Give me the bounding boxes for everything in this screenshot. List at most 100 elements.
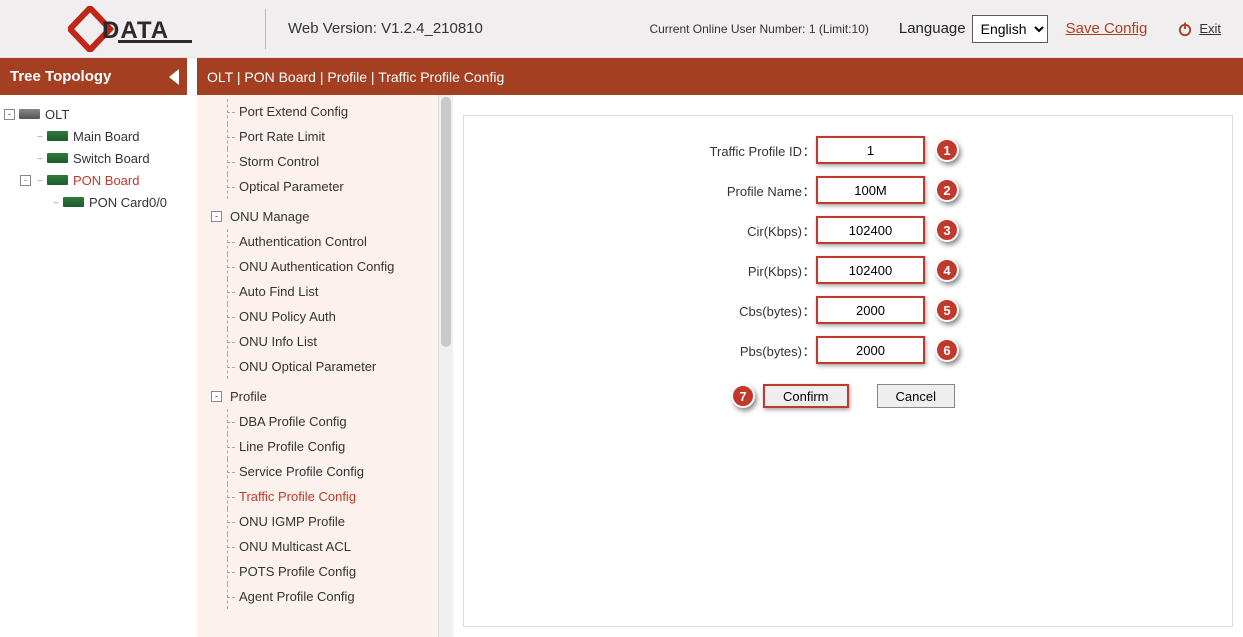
subnav-label: ONU Info List xyxy=(239,334,317,349)
exit-link[interactable]: Exit xyxy=(1177,21,1221,37)
subnav-storm-control[interactable]: Storm Control xyxy=(207,149,438,174)
tree-item-label: PON Card0/0 xyxy=(89,195,167,210)
subnav-authentication-control[interactable]: Authentication Control xyxy=(207,229,438,254)
subnav-label: POTS Profile Config xyxy=(239,564,356,579)
form-label: Pbs(bytes)： xyxy=(464,341,816,360)
subnav-onu-multicast-acl[interactable]: ONU Multicast ACL xyxy=(207,534,438,559)
exit-text: Exit xyxy=(1199,21,1221,36)
form-label: Pir(Kbps)： xyxy=(464,261,816,280)
logo-icon: DATA xyxy=(68,6,198,52)
step-badge-4: 4 xyxy=(935,258,959,282)
input-profile-name[interactable] xyxy=(816,176,925,204)
tree-item-pon-board[interactable]: -– PON Board xyxy=(4,169,183,191)
save-config-link[interactable]: Save Config xyxy=(1066,20,1148,37)
tree-item-label: OLT xyxy=(45,107,69,122)
subnav-onu-authentication-config[interactable]: ONU Authentication Config xyxy=(207,254,438,279)
subnav-label: Service Profile Config xyxy=(239,464,364,479)
subnav-onu-info-list[interactable]: ONU Info List xyxy=(207,329,438,354)
subnav-auto-find-list[interactable]: Auto Find List xyxy=(207,279,438,304)
board-icon xyxy=(47,153,68,163)
step-badge-6: 6 xyxy=(935,338,959,362)
subnav-label: Port Rate Limit xyxy=(239,129,325,144)
tree-sidebar: Tree Topology -OLT–Main Board–Switch Boa… xyxy=(0,58,187,637)
colon: ： xyxy=(802,181,816,200)
input-traffic-profile-id[interactable] xyxy=(816,136,925,164)
tree-item-olt[interactable]: - OLT xyxy=(4,103,183,125)
subnav-label: Agent Profile Config xyxy=(239,589,355,604)
step-badge-5: 5 xyxy=(935,298,959,322)
subnav-onu-igmp-profile[interactable]: ONU IGMP Profile xyxy=(207,509,438,534)
subnav-label: Port Extend Config xyxy=(239,104,348,119)
subnav-service-profile-config[interactable]: Service Profile Config xyxy=(207,459,438,484)
board-icon xyxy=(63,197,84,207)
input-pir-kbps-[interactable] xyxy=(816,256,925,284)
subnav-profile[interactable]: -Profile xyxy=(207,383,438,409)
subnav-label: Auto Find List xyxy=(239,284,319,299)
breadcrumb: OLT | PON Board | Profile | Traffic Prof… xyxy=(197,58,1243,95)
scrollbar[interactable] xyxy=(438,95,453,637)
tree-connector: – xyxy=(35,131,45,141)
colon: ： xyxy=(802,221,816,240)
subnav-port-rate-limit[interactable]: Port Rate Limit xyxy=(207,124,438,149)
tree-item-pon-card0/0[interactable]: – PON Card0/0 xyxy=(4,191,183,213)
tree-item-label: PON Board xyxy=(73,173,139,188)
subnav-onu-optical-parameter[interactable]: ONU Optical Parameter xyxy=(207,354,438,379)
collapse-icon[interactable]: - xyxy=(4,109,15,120)
subnav-traffic-profile-config[interactable]: Traffic Profile Config xyxy=(207,484,438,509)
subnav-optical-parameter[interactable]: Optical Parameter xyxy=(207,174,438,199)
subnav-agent-profile-config[interactable]: Agent Profile Config xyxy=(207,584,438,609)
collapse-icon[interactable]: - xyxy=(211,391,222,402)
tree-spacer xyxy=(36,197,47,208)
form-label: Cir(Kbps)： xyxy=(464,221,816,240)
subnav-line-profile-config[interactable]: Line Profile Config xyxy=(207,434,438,459)
colon: ： xyxy=(802,301,816,320)
subnav-label: ONU Policy Auth xyxy=(239,309,336,324)
subnav-onu-manage[interactable]: -ONU Manage xyxy=(207,203,438,229)
language-select[interactable]: English xyxy=(972,15,1048,43)
subnav-port-extend-config[interactable]: Port Extend Config xyxy=(207,99,438,124)
form-row-cir-kbps-: Cir(Kbps)：3 xyxy=(464,210,1232,250)
subnav-label: Traffic Profile Config xyxy=(239,489,356,504)
tree-connector: – xyxy=(51,197,61,207)
cancel-button[interactable]: Cancel xyxy=(877,384,955,408)
colon: ： xyxy=(802,261,816,280)
colon: ： xyxy=(802,341,816,360)
subnav-onu-policy-auth[interactable]: ONU Policy Auth xyxy=(207,304,438,329)
form-row-pbs-bytes-: Pbs(bytes)： 6 xyxy=(464,330,1232,370)
subnav-label: Authentication Control xyxy=(239,234,367,249)
subnav-label: DBA Profile Config xyxy=(239,414,347,429)
step-badge-2: 2 xyxy=(935,178,959,202)
collapse-icon[interactable]: - xyxy=(211,211,222,222)
subnav-label: ONU IGMP Profile xyxy=(239,514,345,529)
input-pbs-bytes-[interactable] xyxy=(816,336,925,364)
tree-item-label: Main Board xyxy=(73,129,139,144)
tree-item-switch-board[interactable]: –Switch Board xyxy=(4,147,183,169)
scrollbar-thumb[interactable] xyxy=(441,97,451,347)
subnav-label: Profile xyxy=(230,389,267,404)
header: DATA Web Version: V1.2.4_210810 Current … xyxy=(0,0,1243,58)
board-icon xyxy=(47,175,68,185)
subnav: Port Extend Config Port Rate Limit Storm C… xyxy=(197,95,453,637)
collapse-icon[interactable]: - xyxy=(20,175,31,186)
step-badge-1: 1 xyxy=(935,138,959,162)
tree-title: Tree Topology xyxy=(10,68,111,85)
brand-logo: DATA xyxy=(0,0,265,58)
subnav-dba-profile-config[interactable]: DBA Profile Config xyxy=(207,409,438,434)
language-label: Language xyxy=(899,20,966,37)
tree-item-main-board[interactable]: – Main Board xyxy=(4,125,183,147)
subnav-pots-profile-config[interactable]: POTS Profile Config xyxy=(207,559,438,584)
board-icon xyxy=(47,131,68,141)
tree-title-bar[interactable]: Tree Topology xyxy=(0,58,187,95)
subnav-label: ONU Optical Parameter xyxy=(239,359,376,374)
form-label: Profile Name： xyxy=(464,181,816,200)
form-label: Traffic Profile ID： xyxy=(464,141,816,160)
tree-spacer xyxy=(20,153,31,164)
input-cbs-bytes-[interactable] xyxy=(816,296,925,324)
subnav-label: Storm Control xyxy=(239,154,319,169)
confirm-button[interactable]: Confirm xyxy=(763,384,849,408)
input-cir-kbps-[interactable] xyxy=(816,216,925,244)
form-row-traffic-profile-id: Traffic Profile ID： 1 xyxy=(464,130,1232,170)
subnav-label: ONU Manage xyxy=(230,209,309,224)
language-selector: Language English xyxy=(899,15,1048,43)
tree-connector: – xyxy=(35,175,45,185)
